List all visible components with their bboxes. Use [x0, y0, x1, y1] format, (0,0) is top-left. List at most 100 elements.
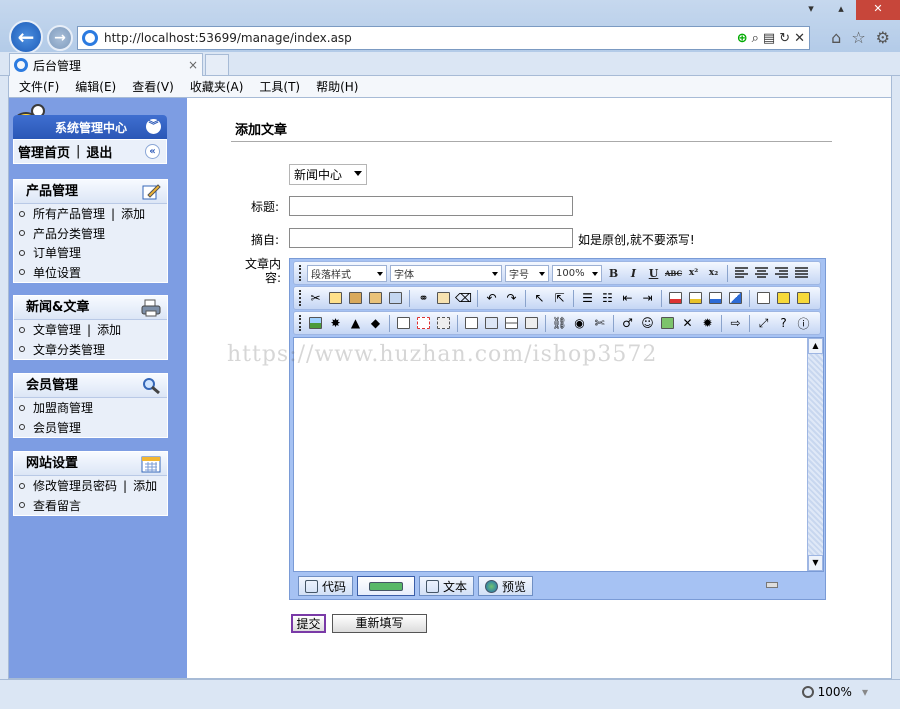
eraser-icon[interactable]: ⌫ [455, 290, 472, 307]
sidebar-item-messages[interactable]: 查看留言 [14, 496, 167, 516]
copy-icon[interactable] [327, 290, 344, 307]
sidebar-item-label[interactable]: 加盟商管理 [33, 399, 93, 416]
background-color-icon[interactable] [707, 290, 724, 307]
browser-tab[interactable]: 后台管理 × [9, 53, 203, 76]
sidebar-item-franchisees[interactable]: 加盟商管理 [14, 398, 167, 418]
tab-close-icon[interactable]: × [188, 58, 202, 72]
underline-button[interactable]: U [645, 265, 662, 282]
articles-link[interactable]: 文章管理 [33, 321, 81, 338]
menu-view[interactable]: 查看(V) [132, 78, 174, 95]
ordered-list-icon[interactable]: ☰ [579, 290, 596, 307]
compatibility-view-icon[interactable]: ▤ [763, 31, 775, 46]
insert-textarea-icon[interactable] [415, 315, 432, 332]
remove-link-icon[interactable]: ✄ [591, 315, 608, 332]
add-product-link[interactable]: 添加 [121, 205, 145, 222]
menu-file[interactable]: 文件(F) [19, 78, 59, 95]
address-bar[interactable]: http://localhost:53699/manage/index.asp … [77, 26, 810, 50]
insert-image-icon[interactable] [307, 315, 324, 332]
editor-scrollbar[interactable]: ▲ ▼ [807, 338, 823, 571]
settings-gear-icon[interactable]: ⚙ [876, 28, 890, 47]
superscript-button[interactable]: x² [685, 265, 702, 282]
home-icon[interactable]: ⌂ [831, 28, 841, 47]
insert-page-icon[interactable] [463, 315, 480, 332]
insert-box-icon[interactable] [795, 290, 812, 307]
find-icon[interactable]: ⚭ [415, 290, 432, 307]
logout-link[interactable]: 退出 [86, 142, 112, 161]
help-icon[interactable]: ? [775, 315, 792, 332]
paste-word-icon[interactable] [387, 290, 404, 307]
spreadsheet-icon[interactable] [659, 315, 676, 332]
reset-button[interactable]: 重新填写 [332, 614, 427, 633]
address-url[interactable]: http://localhost:53699/manage/index.asp [104, 31, 737, 45]
zoom-dropdown[interactable]: 100% [552, 264, 602, 282]
unordered-list-icon[interactable]: ☷ [599, 290, 616, 307]
insert-template-icon[interactable] [483, 315, 500, 332]
outdent-icon[interactable]: ⇤ [619, 290, 636, 307]
editor-content-area[interactable]: ▲ ▼ [293, 337, 824, 572]
align-right-icon[interactable] [773, 265, 790, 282]
favorites-star-icon[interactable]: ☆ [851, 28, 865, 47]
strikethrough-button[interactable]: ABC [665, 265, 682, 282]
paste-icon[interactable] [347, 290, 364, 307]
sidebar-item-units[interactable]: 单位设置 [14, 263, 167, 283]
code-mode-button[interactable]: 代码 [298, 576, 354, 596]
about-info-icon[interactable]: ⓘ [795, 315, 812, 332]
forward-button[interactable]: → [47, 25, 73, 51]
insert-flash-icon[interactable]: ✸ [327, 315, 344, 332]
sidebar-item-orders[interactable]: 订单管理 [14, 243, 167, 263]
all-products-link[interactable]: 所有产品管理 [33, 205, 105, 222]
maximize-icon[interactable]: ▴ [826, 0, 856, 20]
sidebar-item-label[interactable]: 会员管理 [33, 419, 81, 436]
sidebar-item-label[interactable]: 单位设置 [33, 264, 81, 281]
refresh-icon[interactable]: ↻ [779, 31, 790, 46]
replace-icon[interactable] [435, 290, 452, 307]
font-size-dropdown[interactable]: 字号 [505, 264, 549, 282]
fullscreen-icon[interactable]: ⤢ [755, 315, 772, 332]
stop-icon[interactable]: ✕ [794, 31, 805, 46]
collapse-left-icon[interactable]: « [145, 144, 160, 159]
excerpt-input[interactable] [289, 228, 573, 248]
bold-button[interactable]: B [605, 265, 622, 282]
minimize-icon[interactable]: ▾ [796, 0, 826, 20]
font-color-icon[interactable] [667, 290, 684, 307]
add-admin-link[interactable]: 添加 [133, 477, 157, 494]
insert-file-icon[interactable]: ◆ [367, 315, 384, 332]
insert-frame-icon[interactable] [435, 315, 452, 332]
import-icon[interactable]: ⇨ [727, 315, 744, 332]
menu-tools[interactable]: 工具(T) [259, 78, 300, 95]
sidebar-item-label[interactable]: 查看留言 [33, 497, 81, 514]
editor-resize-icon[interactable] [766, 582, 778, 588]
search-icon[interactable]: ⌕ [752, 31, 759, 46]
collapse-chevron-icon[interactable]: ︾ [146, 119, 161, 134]
insert-layer-icon[interactable] [775, 290, 792, 307]
font-dropdown[interactable]: 字体 [390, 264, 502, 282]
highlight-color-icon[interactable] [687, 290, 704, 307]
preview-mode-button[interactable]: 预览 [478, 576, 534, 596]
special-char-icon[interactable]: ♂ [619, 315, 636, 332]
align-justify-icon[interactable] [793, 265, 810, 282]
scroll-down-icon[interactable]: ▼ [808, 555, 823, 571]
submit-button[interactable]: 提交 [291, 614, 326, 633]
sidebar-item-label[interactable]: 产品分类管理 [33, 225, 105, 242]
chevron-down-icon[interactable]: ▾ [862, 685, 868, 699]
insert-globe-icon[interactable]: ◉ [571, 315, 588, 332]
new-tab-button[interactable] [205, 54, 229, 76]
align-left-icon[interactable] [733, 265, 750, 282]
insert-link-icon[interactable]: ⛓ [551, 315, 568, 332]
sidebar-item-label[interactable]: 文章分类管理 [33, 341, 105, 358]
delete-icon[interactable]: ✕ [679, 315, 696, 332]
design-mode-button[interactable] [357, 576, 416, 596]
sidebar-item-members[interactable]: 会员管理 [14, 418, 167, 438]
close-window-icon[interactable]: ✕ [856, 0, 900, 20]
undo-icon[interactable]: ↶ [483, 290, 500, 307]
emoticon-icon[interactable]: ☺ [639, 315, 656, 332]
category-select[interactable]: 新闻中心 [289, 164, 367, 185]
zoom-control[interactable]: 100% ▾ [801, 685, 868, 699]
italic-button[interactable]: I [625, 265, 642, 282]
insert-media-icon[interactable]: ▲ [347, 315, 364, 332]
insert-textbox-icon[interactable] [395, 315, 412, 332]
paragraph-style-dropdown[interactable]: 段落样式 [307, 264, 387, 282]
cut-icon[interactable]: ✂ [307, 290, 324, 307]
redo-icon[interactable]: ↷ [503, 290, 520, 307]
scroll-up-icon[interactable]: ▲ [808, 338, 823, 354]
